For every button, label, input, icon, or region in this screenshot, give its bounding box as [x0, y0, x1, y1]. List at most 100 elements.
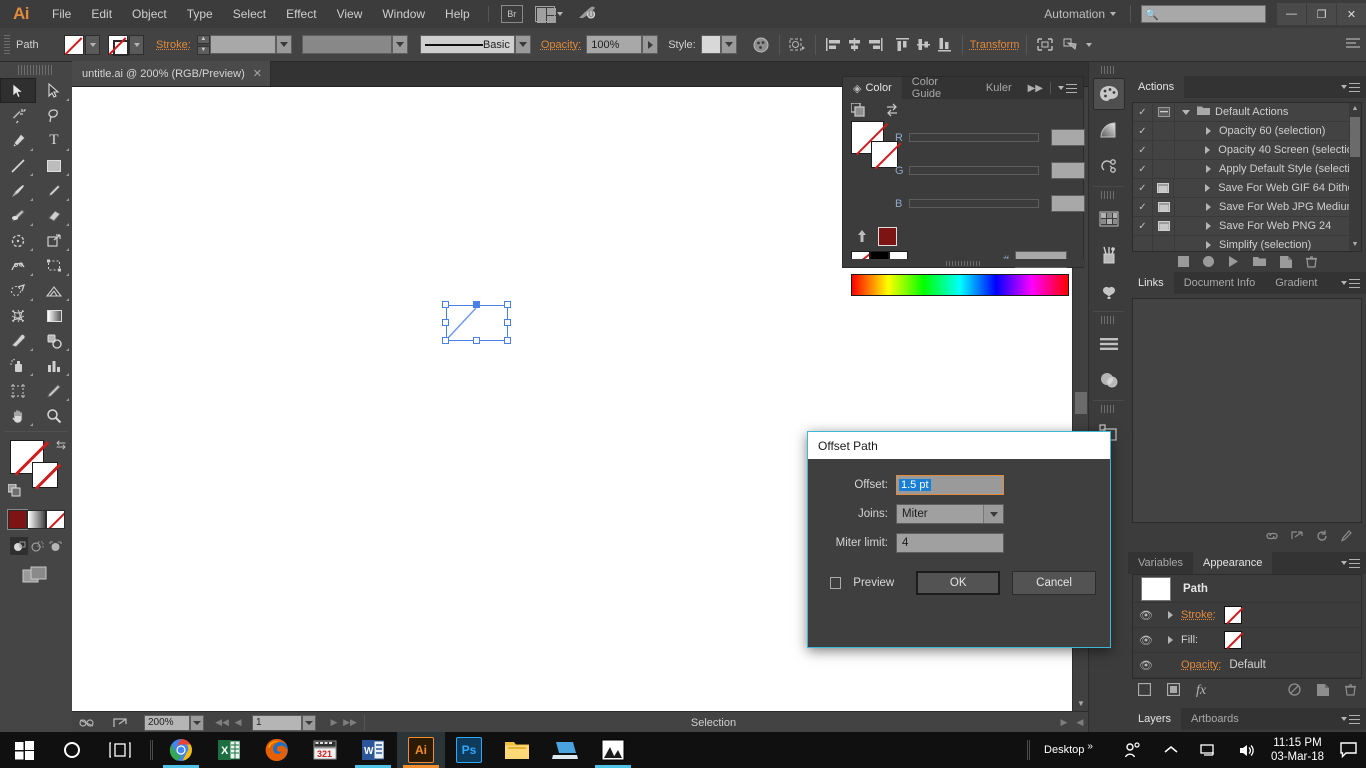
symbols-path-icon[interactable] [1093, 150, 1125, 182]
brush-definition-dropdown[interactable] [514, 35, 531, 54]
menu-type[interactable]: Type [177, 0, 223, 28]
action-row[interactable]: ✓ Save For Web PNG 24 [1133, 216, 1361, 236]
last-artboard-button[interactable]: ▶▶ [342, 717, 358, 728]
appearance-panel-menu[interactable] [1335, 552, 1366, 574]
align-top-icon[interactable] [892, 34, 913, 55]
scroll-down-icon[interactable]: ▼ [1073, 695, 1088, 711]
record-icon[interactable] [1202, 256, 1214, 270]
fill-color-swatch[interactable] [64, 34, 84, 55]
channel-value-g[interactable] [1051, 162, 1085, 179]
menu-help[interactable]: Help [435, 0, 480, 28]
hscroll-left-button[interactable]: ◀ [1072, 717, 1088, 728]
channel-slider-b[interactable] [909, 199, 1039, 208]
isolate-group-icon[interactable] [1034, 34, 1055, 55]
color-palette-icon[interactable] [1092, 78, 1125, 110]
zoom-tool[interactable] [36, 403, 72, 428]
menu-select[interactable]: Select [223, 0, 276, 28]
draw-behind-icon[interactable] [28, 537, 46, 555]
lasso-tool[interactable] [36, 103, 72, 128]
brush-definition-select[interactable]: Basic [419, 35, 515, 54]
desktop-peek-button[interactable]: Desktop » [1044, 741, 1093, 756]
action-dialog-toggle[interactable] [1153, 140, 1175, 160]
delete-item-icon[interactable] [1345, 683, 1356, 699]
graphic-style-swatch[interactable] [700, 35, 721, 54]
vertical-scroll-thumb[interactable] [1075, 392, 1087, 414]
mesh-tool[interactable] [0, 303, 36, 328]
excel-icon[interactable]: X [205, 732, 253, 768]
stroke-profile-dropdown[interactable] [391, 35, 408, 54]
fill-swatch-none[interactable] [1224, 631, 1243, 649]
align-bottom-icon[interactable] [934, 34, 955, 55]
isolate-selection-icon[interactable] [787, 34, 808, 55]
tab-gradient[interactable]: Gradient [1265, 272, 1328, 294]
bridge-icon[interactable]: Br [500, 5, 523, 23]
action-toggle-checkbox[interactable]: ✓ [1133, 159, 1153, 179]
selection-handle[interactable] [504, 319, 511, 326]
cortana-icon[interactable] [48, 732, 96, 768]
volume-icon[interactable] [1233, 736, 1261, 764]
channel-value-b[interactable] [1051, 195, 1085, 212]
action-toggle-checkbox[interactable]: ✓ [1133, 197, 1153, 217]
action-dialog-toggle[interactable] [1153, 103, 1175, 122]
visibility-eye-icon[interactable]: 👁 [1133, 634, 1159, 647]
layers-panel-menu[interactable] [1335, 708, 1366, 730]
add-new-stroke-icon[interactable] [1137, 682, 1152, 699]
fill-dropdown-button[interactable] [85, 34, 100, 55]
hand-tool[interactable] [0, 403, 36, 428]
miter-limit-input[interactable]: 4 [896, 533, 1004, 553]
action-toggle-checkbox[interactable] [1133, 235, 1153, 251]
search-input[interactable]: 🔍 [1141, 5, 1266, 23]
align-left-icon[interactable] [823, 34, 844, 55]
status-text[interactable]: Selection [371, 717, 1056, 729]
transparency-icon[interactable] [1093, 364, 1125, 396]
panel-menu-icon[interactable] [1066, 83, 1077, 93]
stop-icon[interactable] [1177, 256, 1189, 270]
dock-grip-4[interactable] [1101, 405, 1116, 413]
relink-icon[interactable] [1265, 531, 1279, 544]
fill-stroke-toggle-icon[interactable] [850, 102, 865, 120]
pencil-tool[interactable] [36, 178, 72, 203]
expand-action-arrow[interactable] [1196, 184, 1218, 192]
stroke-dropdown-button[interactable] [129, 34, 144, 55]
action-dialog-toggle[interactable] [1153, 159, 1175, 179]
arrange-documents-button[interactable] [534, 6, 563, 23]
none-swatch-button[interactable] [46, 510, 65, 529]
tab-artboards[interactable]: Artboards [1181, 708, 1249, 730]
action-dialog-toggle[interactable] [1153, 216, 1175, 236]
rotate-tool[interactable] [0, 228, 36, 253]
stroke-swatch-none[interactable] [1223, 606, 1242, 624]
out-of-web-warning-icon[interactable] [856, 229, 869, 246]
action-dialog-toggle[interactable] [1153, 178, 1175, 198]
channel-slider-r[interactable] [909, 133, 1039, 142]
show-hidden-icons-icon[interactable] [1157, 736, 1185, 764]
align-center-vertical-icon[interactable] [913, 34, 934, 55]
expand-set-arrow[interactable] [1175, 109, 1197, 115]
default-fill-stroke-icon[interactable] [7, 483, 22, 498]
menu-edit[interactable]: Edit [81, 0, 122, 28]
selection-handle[interactable] [442, 337, 449, 344]
selection-tool[interactable] [0, 78, 36, 103]
align-lines-icon[interactable] [1093, 328, 1125, 360]
appearance-row-label[interactable]: Opacity: [1181, 659, 1221, 671]
dock-grip-2[interactable] [1101, 191, 1116, 199]
user-account-icon[interactable] [1119, 736, 1147, 764]
stroke-weight-stepper[interactable]: ▲ ▼ [196, 34, 210, 55]
column-graph-tool[interactable] [36, 353, 72, 378]
stroke-weight-label[interactable]: Stroke: [156, 39, 191, 51]
first-artboard-button[interactable]: ◀◀ [214, 717, 230, 728]
direct-selection-tool[interactable] [36, 78, 72, 103]
tab-document-info[interactable]: Document Info [1173, 272, 1266, 294]
illustrator-icon[interactable]: Ai [397, 732, 445, 768]
cancel-button[interactable]: Cancel [1012, 571, 1096, 595]
goto-link-icon[interactable] [1291, 530, 1304, 544]
actions-scroll-thumb[interactable] [1350, 117, 1360, 157]
update-link-icon[interactable] [1316, 530, 1328, 545]
tab-appearance[interactable]: Appearance [1193, 552, 1273, 574]
transform-link[interactable]: Transform [970, 39, 1020, 51]
new-action-icon[interactable] [1279, 255, 1292, 271]
offset-path-dialog[interactable]: Offset Path Offset: 1.5 pt Joins: Miter … [807, 431, 1111, 648]
selection-handle[interactable] [442, 301, 449, 308]
artboard-number-input[interactable]: 1 [252, 714, 302, 731]
zoom-level-input[interactable]: 200% [144, 714, 190, 731]
draw-normal-icon[interactable] [10, 537, 28, 555]
